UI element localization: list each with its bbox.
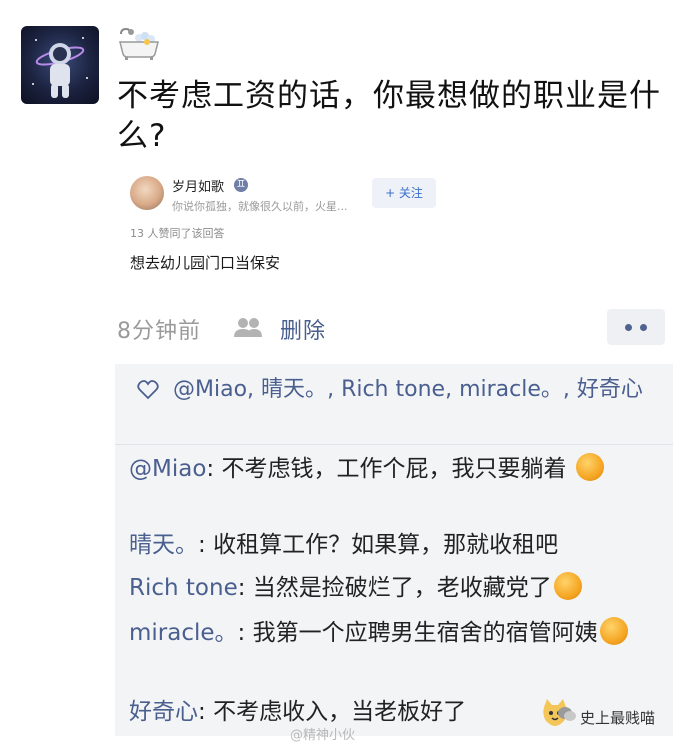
wechat-icon bbox=[558, 707, 576, 721]
like-user[interactable]: Rich tone bbox=[341, 377, 445, 402]
comments-panel: @Miao, 晴天。, Rich tone, miracle。, 好奇心 @Mi… bbox=[115, 364, 673, 736]
more-dots-icon bbox=[640, 324, 647, 331]
winking-emoji-icon bbox=[599, 617, 628, 645]
like-user[interactable]: 晴天。 bbox=[261, 377, 327, 402]
like-user[interactable]: 好奇心 bbox=[577, 377, 643, 402]
like-user[interactable]: miracle。 bbox=[459, 377, 563, 402]
comment-author[interactable]: @Miao bbox=[129, 456, 206, 482]
post-time: 8分钟前 bbox=[117, 319, 201, 344]
bathtub-icon bbox=[119, 27, 159, 60]
comment-text: 不考虑钱，工作个屁，我只要躺着 bbox=[221, 456, 567, 482]
comment-text: 我第一个应聘男生宿舍的宿管阿姨 bbox=[252, 620, 598, 646]
more-dots-icon bbox=[625, 324, 632, 331]
more-button[interactable] bbox=[607, 309, 665, 345]
likes-row: @Miao, 晴天。, Rich tone, miracle。, 好奇心 bbox=[115, 364, 673, 445]
comment-item: 晴天。: 收租算工作？如果算，那就收租吧 bbox=[129, 532, 559, 558]
like-user[interactable]: @Miao bbox=[173, 377, 247, 402]
watermark-weibo: @精神小伙 bbox=[290, 728, 356, 743]
follow-button[interactable]: + 关注 bbox=[372, 178, 436, 208]
comment-author[interactable]: miracle。 bbox=[129, 620, 238, 646]
comment-text: 当然是捡破烂了，老收藏党了 bbox=[252, 575, 552, 601]
post-text: 不考虑工资的话，你最想做的职业是什么? bbox=[117, 78, 661, 154]
answerer-bio: 你说你孤独，就像很久以前，火星... bbox=[172, 200, 348, 213]
likes-list: @Miao, 晴天。, Rich tone, miracle。, 好奇心 bbox=[173, 377, 643, 402]
zodiac-badge-icon: ♊ bbox=[234, 178, 248, 192]
answerer-avatar[interactable] bbox=[130, 176, 164, 210]
comment-author[interactable]: Rich tone bbox=[129, 575, 238, 601]
comment-text: 不考虑收入，当老板好了 bbox=[213, 699, 467, 725]
answerer-name[interactable]: 岁月如歌 bbox=[172, 176, 224, 195]
comment-author[interactable]: 晴天。 bbox=[129, 532, 198, 558]
astronaut-icon bbox=[32, 37, 88, 98]
grinning-emoji-icon bbox=[553, 572, 582, 600]
yawning-emoji-icon bbox=[575, 453, 604, 481]
delete-button[interactable]: 删除 bbox=[280, 313, 326, 345]
comment-text: 收租算工作？如果算，那就收租吧 bbox=[213, 532, 559, 558]
comment-author[interactable]: 好奇心 bbox=[129, 699, 198, 725]
watermark-brand: 史上最贱喵 bbox=[580, 709, 656, 727]
comment-item: @Miao: 不考虑钱，工作个屁，我只要躺着 bbox=[129, 452, 664, 486]
comment-item: Rich tone: 当然是捡破烂了，老收藏党了 bbox=[129, 571, 664, 605]
comment-item: miracle。: 我第一个应聘男生宿舍的宿管阿姨 bbox=[129, 616, 664, 650]
answer-text: 想去幼儿园门口当保安 bbox=[130, 254, 281, 272]
agree-count: 13 人赞同了该回答 bbox=[130, 227, 225, 240]
author-avatar[interactable] bbox=[21, 26, 99, 104]
people-icon[interactable] bbox=[233, 316, 263, 338]
